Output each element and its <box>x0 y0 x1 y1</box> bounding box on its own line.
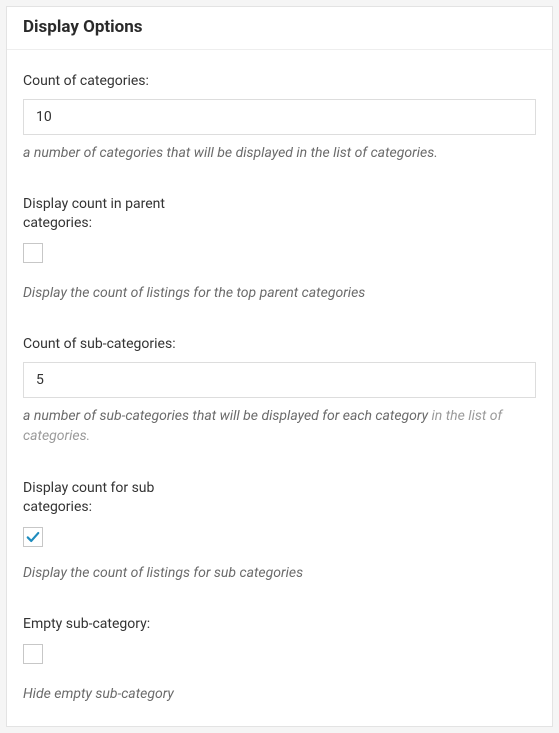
label-count-categories: Count of categories: <box>23 72 223 91</box>
input-count-subcategories[interactable] <box>23 362 536 398</box>
field-count-subcategories: Count of sub-categories: a number of sub… <box>23 335 536 446</box>
help-count-subcategories: a number of sub-categories that will be … <box>23 406 536 447</box>
label-display-count-parent: Display count in parent categories: <box>23 195 223 233</box>
panel-header: Display Options <box>7 7 552 50</box>
field-count-categories: Count of categories: a number of categor… <box>23 72 536 163</box>
help-display-count-sub: Display the count of listings for sub ca… <box>23 563 536 583</box>
help-display-count-parent: Display the count of listings for the to… <box>23 283 536 303</box>
help-count-categories: a number of categories that will be disp… <box>23 143 536 163</box>
panel-body: Count of categories: a number of categor… <box>7 50 552 726</box>
label-count-subcategories: Count of sub-categories: <box>23 335 223 354</box>
panel-title: Display Options <box>23 17 536 37</box>
check-icon <box>26 530 40 544</box>
checkbox-display-count-sub[interactable] <box>23 527 43 547</box>
checkbox-display-count-parent[interactable] <box>23 243 43 263</box>
help-empty-subcategory: Hide empty sub-category <box>23 684 536 704</box>
label-empty-subcategory: Empty sub-category: <box>23 615 223 634</box>
input-count-categories[interactable] <box>23 99 536 135</box>
field-display-count-parent: Display count in parent categories: Disp… <box>23 195 536 303</box>
label-display-count-sub: Display count for sub categories: <box>23 479 223 517</box>
field-display-count-sub: Display count for sub categories: Displa… <box>23 479 536 583</box>
display-options-panel: Display Options Count of categories: a n… <box>6 6 553 727</box>
checkbox-empty-subcategory[interactable] <box>23 644 43 664</box>
field-empty-subcategory: Empty sub-category: Hide empty sub-categ… <box>23 615 536 704</box>
